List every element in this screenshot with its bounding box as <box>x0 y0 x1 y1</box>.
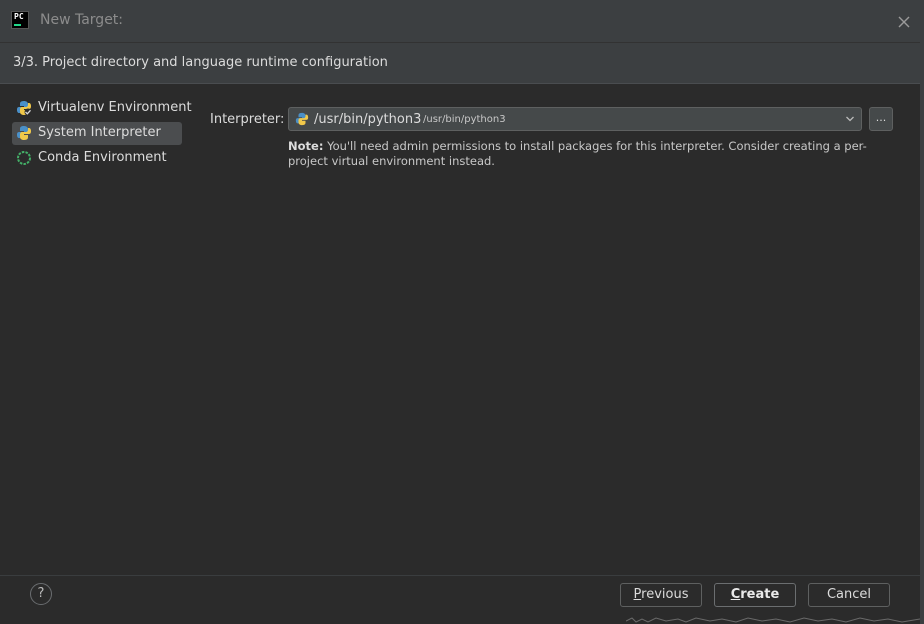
sidebar-item-label: Conda Environment <box>38 150 167 165</box>
pycharm-logo-icon: PC <box>11 11 29 29</box>
interpreter-dropdown[interactable]: /usr/bin/python3 /usr/bin/python3 <box>288 107 862 131</box>
create-button[interactable]: Create <box>714 583 796 607</box>
previous-mnemonic: P <box>633 587 642 602</box>
previous-button[interactable]: Previous <box>620 583 702 607</box>
interpreter-value: /usr/bin/python3 <box>314 112 422 127</box>
sidebar-item-virtualenv[interactable]: Virtualenv Environment <box>12 97 192 120</box>
python-icon <box>295 112 309 126</box>
browse-button[interactable]: ... <box>869 107 893 131</box>
note-text: You'll need admin permissions to install… <box>288 139 867 168</box>
create-mnemonic: C <box>730 587 741 602</box>
new-target-dialog: PC New Target: 3/3. Project directory an… <box>0 0 920 624</box>
interpreter-label: Interpreter: <box>210 112 285 127</box>
step-title: 3/3. Project directory and language runt… <box>13 55 388 70</box>
logo-text: PC <box>14 12 24 21</box>
virtualenv-icon <box>17 101 32 116</box>
conda-icon <box>17 151 31 165</box>
sidebar-item-label: System Interpreter <box>38 125 161 140</box>
footer-divider <box>0 575 920 576</box>
cancel-button[interactable]: Cancel <box>808 583 890 607</box>
admin-permission-note: Note: You'll need admin permissions to i… <box>288 139 898 169</box>
help-button[interactable]: ? <box>30 583 52 605</box>
create-label: reate <box>740 587 780 602</box>
background-artifact <box>626 617 920 623</box>
close-icon[interactable] <box>894 12 914 32</box>
step-header: 3/3. Project directory and language runt… <box>0 43 920 84</box>
interpreter-path: /usr/bin/python3 <box>423 114 506 125</box>
window-title: New Target: <box>40 12 124 28</box>
sidebar-item-system-interpreter[interactable]: System Interpreter <box>12 122 182 145</box>
sidebar-item-label: Virtualenv Environment <box>38 100 192 115</box>
note-prefix: Note: <box>288 139 324 153</box>
python-icon <box>17 126 31 140</box>
chevron-down-icon <box>846 116 854 122</box>
previous-label: revious <box>641 587 689 602</box>
sidebar-item-conda[interactable]: Conda Environment <box>12 147 182 170</box>
window-edge <box>920 0 924 624</box>
logo-bar <box>14 24 21 26</box>
title-bar: PC New Target: <box>0 0 920 43</box>
